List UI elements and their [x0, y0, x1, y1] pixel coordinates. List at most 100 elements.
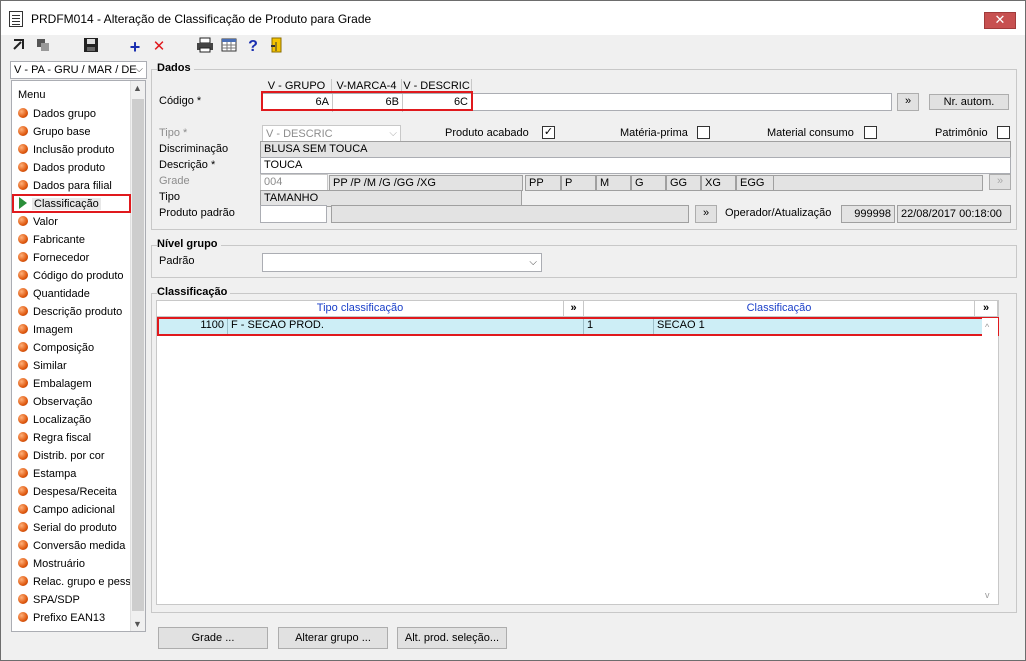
print-icon[interactable]: [195, 37, 215, 57]
bullet-icon: [18, 540, 28, 550]
bullet-icon: [18, 324, 28, 334]
delete-icon[interactable]: ✕: [149, 37, 169, 57]
sidebar-scrollbar[interactable]: ▲ ▼: [130, 81, 145, 631]
scrollbar-thumb[interactable]: [132, 99, 144, 611]
sidebar-item[interactable]: Dados produto: [18, 159, 105, 177]
sidebar-item[interactable]: Composição: [18, 339, 94, 357]
sidebar-item-label: Fornecedor: [33, 252, 90, 264]
descricao-field[interactable]: TOUCA: [260, 157, 1011, 174]
nr-autom-button[interactable]: Nr. autom.: [929, 94, 1009, 110]
sidebar-item[interactable]: Relac. grupo e pess: [18, 573, 131, 591]
patrimonio-label: Patrimônio: [935, 127, 988, 139]
grade-size-cell: M: [596, 175, 631, 191]
classificacao-expand-button[interactable]: »: [975, 301, 998, 317]
sidebar-item[interactable]: Embalagem: [18, 375, 92, 393]
sidebar-item-label: Composição: [33, 342, 95, 354]
chevron-down-icon: ⌵: [389, 128, 397, 139]
tipo-classificacao-header[interactable]: Tipo classificação: [157, 301, 564, 317]
sidebar-item[interactable]: Estampa: [18, 465, 76, 483]
scroll-up-icon[interactable]: ▲: [133, 83, 142, 93]
discriminacao-field: BLUSA SEM TOUCA: [260, 141, 1011, 158]
sidebar-item[interactable]: Similar: [18, 357, 67, 375]
grid-scrollbar[interactable]: ^ v: [982, 318, 998, 604]
sidebar-item-label: Quantidade: [33, 288, 90, 300]
sidebar-item-label: Descrição produto: [33, 306, 123, 318]
produto-padrao-code-field[interactable]: [260, 205, 327, 223]
exit-icon[interactable]: [267, 37, 287, 57]
sidebar-item[interactable]: Grupo base: [18, 123, 90, 141]
scroll-down-icon[interactable]: v: [985, 590, 990, 600]
bullet-icon: [18, 270, 28, 280]
sidebar-item[interactable]: Dados para filial: [18, 177, 112, 195]
produto-padrao-label: Produto padrão: [159, 207, 235, 219]
sidebar-item[interactable]: Despesa/Receita: [18, 483, 117, 501]
nivel-grupo-title: Nível grupo: [157, 238, 221, 250]
title-bar: PRDFM014 - Alteração de Classificação de…: [1, 1, 1025, 35]
operador-label: Operador/Atualização: [725, 207, 832, 219]
alterar-grupo-button[interactable]: Alterar grupo ...: [278, 627, 388, 649]
produto-padrao-desc-field: [331, 205, 689, 223]
grid-icon[interactable]: [219, 37, 239, 57]
scroll-up-icon[interactable]: ^: [985, 322, 989, 332]
scroll-down-icon[interactable]: ▼: [133, 619, 142, 629]
sidebar-item-label: Despesa/Receita: [33, 486, 117, 498]
material-consumo-checkbox[interactable]: [864, 126, 877, 139]
sidebar-item[interactable]: Fabricante: [18, 231, 85, 249]
sidebar-item[interactable]: Dados grupo: [18, 105, 96, 123]
sidebar-item-label: Estampa: [33, 468, 77, 480]
sidebar-item-label: Embalagem: [33, 378, 92, 390]
patrimonio-checkbox[interactable]: [997, 126, 1010, 139]
grade-button[interactable]: Grade ...: [158, 627, 268, 649]
sidebar-item[interactable]: Descrição produto: [18, 303, 122, 321]
sidebar-item[interactable]: Campo adicional: [18, 501, 115, 519]
sidebar-item[interactable]: Inclusão produto: [18, 141, 114, 159]
sidebar-item[interactable]: Conversão medida: [18, 537, 125, 555]
sidebar-item-label: Mostruário: [33, 558, 85, 570]
padrao-select[interactable]: ⌵: [262, 253, 542, 272]
copy-icon[interactable]: [33, 37, 53, 57]
sidebar-item[interactable]: Prefixo EAN13: [18, 609, 105, 627]
sidebar-item[interactable]: Localização: [18, 411, 91, 429]
bullet-icon: [18, 144, 28, 154]
selected-item-highlight: [12, 194, 131, 213]
sidebar-item[interactable]: Imagem: [18, 321, 73, 339]
sidebar-item[interactable]: Mostruário: [18, 555, 85, 573]
add-icon[interactable]: +: [125, 37, 145, 57]
codigo-highlight: [261, 91, 473, 111]
grade-code-field[interactable]: 004: [260, 174, 328, 191]
sidebar-item[interactable]: Valor: [18, 213, 58, 231]
bullet-icon: [18, 504, 28, 514]
classificacao-grid: Tipo classificação » Classificação » 110…: [156, 300, 999, 605]
classificacao-header[interactable]: Classificação: [584, 301, 975, 317]
alt-prod-selecao-button[interactable]: Alt. prod. seleção...: [397, 627, 507, 649]
save-icon[interactable]: [81, 37, 101, 57]
codigo-expand-button[interactable]: »: [897, 93, 919, 111]
sidebar-item[interactable]: Quantidade: [18, 285, 90, 303]
help-icon[interactable]: ?: [243, 37, 263, 57]
grade-size-cell: PP: [525, 175, 561, 191]
produto-acabado-checkbox[interactable]: ✓: [542, 126, 555, 139]
produto-padrao-expand-button[interactable]: »: [695, 205, 717, 223]
sidebar-item[interactable]: Fornecedor: [18, 249, 89, 267]
grade-expand-button[interactable]: »: [989, 174, 1011, 190]
sidebar-item[interactable]: Distrib. por cor: [18, 447, 105, 465]
sidebar-item-label: SPA/SDP: [33, 594, 80, 606]
sidebar-item-label: Fabricante: [33, 234, 85, 246]
materia-prima-checkbox[interactable]: [697, 126, 710, 139]
navigate-icon[interactable]: [9, 37, 29, 57]
tipo-classificacao-expand-button[interactable]: »: [564, 301, 584, 317]
view-select[interactable]: V - PA - GRU / MAR / DE ⌵: [10, 61, 147, 79]
bullet-icon: [18, 432, 28, 442]
sidebar-item-label: Valor: [33, 216, 58, 228]
materia-prima-label: Matéria-prima: [620, 127, 688, 139]
sidebar-item[interactable]: Serial do produto: [18, 519, 117, 537]
bullet-icon: [18, 576, 28, 586]
bullet-icon: [18, 558, 28, 568]
sidebar-item[interactable]: SPA/SDP: [18, 591, 80, 609]
sidebar-item[interactable]: Código do produto: [18, 267, 124, 285]
close-button[interactable]: ✕: [984, 12, 1016, 29]
sidebar-item[interactable]: Regra fiscal: [18, 429, 91, 447]
sidebar-item[interactable]: Observação: [18, 393, 92, 411]
discriminacao-label: Discriminação: [159, 143, 229, 155]
tipo-select-value: V - DESCRIC: [266, 128, 333, 140]
